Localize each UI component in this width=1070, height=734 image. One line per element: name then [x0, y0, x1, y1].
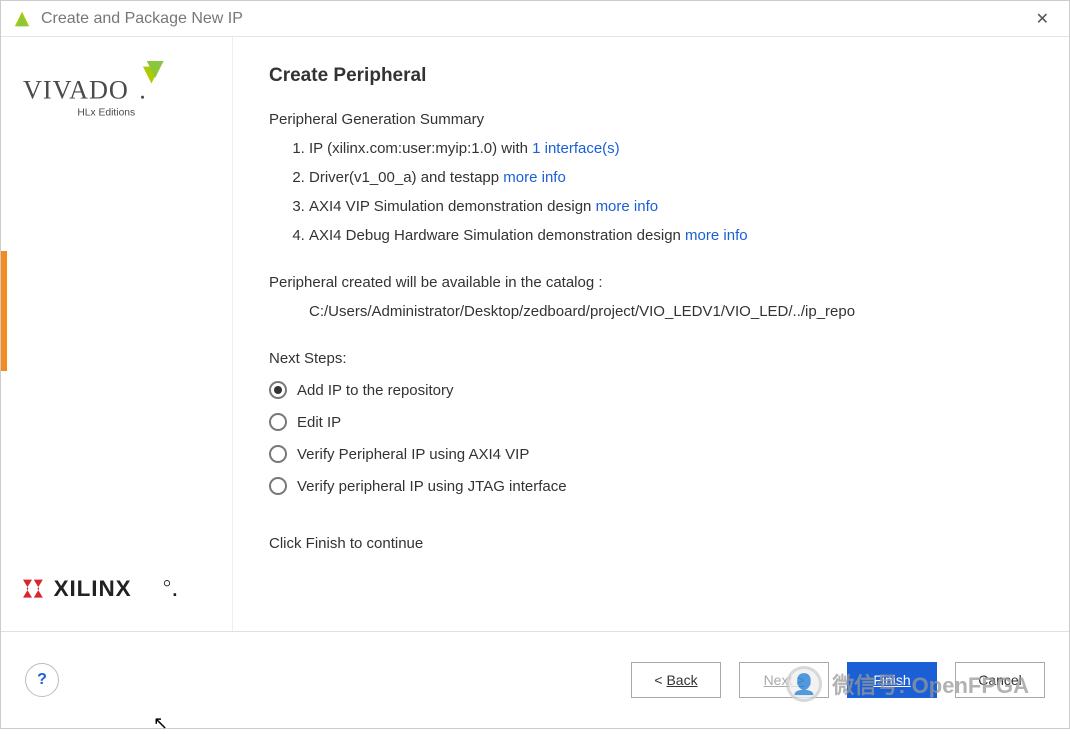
- cancel-label: Cancel: [978, 672, 1022, 688]
- finish-label: Finish: [873, 672, 910, 688]
- vivado-logo: VIVADO . HLx Editions: [13, 61, 220, 140]
- main-panel: Create Peripheral Peripheral Generation …: [233, 37, 1069, 631]
- radio-icon: [269, 413, 287, 431]
- brand-vendor-text: XILINX: [54, 576, 132, 601]
- cancel-button[interactable]: Cancel: [955, 662, 1045, 698]
- titlebar: Create and Package New IP ✕: [1, 1, 1069, 37]
- brand-product-text: VIVADO: [23, 76, 129, 105]
- catalog-label: Peripheral created will be available in …: [269, 274, 1033, 291]
- radio-verify-jtag[interactable]: Verify peripheral IP using JTAG interfac…: [269, 477, 1033, 495]
- dialog-footer: ? < Back Next > Finish Cancel: [1, 632, 1069, 728]
- summary-item-link[interactable]: more info: [596, 198, 659, 215]
- summary-item-2: Driver(v1_00_a) and testapp more info: [309, 169, 1033, 186]
- radio-label: Verify Peripheral IP using AXI4 VIP: [297, 446, 529, 463]
- svg-text:.: .: [139, 76, 147, 105]
- close-icon[interactable]: ✕: [1028, 5, 1057, 33]
- summary-item-link[interactable]: more info: [685, 227, 748, 244]
- back-button[interactable]: < Back: [631, 662, 721, 698]
- summary-item-link[interactable]: 1 interface(s): [532, 140, 620, 157]
- summary-item-text: AXI4 Debug Hardware Simulation demonstra…: [309, 227, 685, 244]
- radio-add-ip[interactable]: Add IP to the repository: [269, 381, 1033, 399]
- radio-label: Add IP to the repository: [297, 382, 453, 399]
- svg-text:.: .: [172, 580, 178, 600]
- summary-item-text: AXI4 VIP Simulation demonstration design: [309, 198, 596, 215]
- next-label: Next >: [764, 672, 805, 688]
- next-button[interactable]: Next >: [739, 662, 829, 698]
- radio-label: Edit IP: [297, 414, 341, 431]
- page-title: Create Peripheral: [269, 65, 1033, 87]
- summary-item-1: IP (xilinx.com:user:myip:1.0) with 1 int…: [309, 140, 1033, 157]
- window-title: Create and Package New IP: [41, 10, 1028, 28]
- radio-edit-ip[interactable]: Edit IP: [269, 413, 1033, 431]
- next-steps: Next Steps: Add IP to the repository Edi…: [269, 350, 1033, 495]
- help-icon: ?: [37, 671, 47, 689]
- finish-button[interactable]: Finish: [847, 662, 937, 698]
- radio-icon: [269, 381, 287, 399]
- summary-item-text: Driver(v1_00_a) and testapp: [309, 169, 503, 186]
- radio-verify-axi4-vip[interactable]: Verify Peripheral IP using AXI4 VIP: [269, 445, 1033, 463]
- back-label: Back: [666, 672, 697, 688]
- radio-icon: [269, 445, 287, 463]
- xilinx-logo: XILINX .: [13, 576, 220, 607]
- catalog-path: C:/Users/Administrator/Desktop/zedboard/…: [269, 303, 1033, 320]
- radio-label: Verify peripheral IP using JTAG interfac…: [297, 478, 567, 495]
- summary-label: Peripheral Generation Summary: [269, 111, 1033, 128]
- dialog-window: Create and Package New IP ✕ VIVADO . HLx…: [0, 0, 1070, 729]
- app-icon: [13, 10, 31, 28]
- summary-item-text: IP (xilinx.com:user:myip:1.0) with: [309, 140, 532, 157]
- summary-list: IP (xilinx.com:user:myip:1.0) with 1 int…: [269, 140, 1033, 244]
- radio-icon: [269, 477, 287, 495]
- catalog-block: Peripheral created will be available in …: [269, 274, 1033, 320]
- brand-edition-text: HLx Editions: [77, 107, 135, 118]
- continue-text: Click Finish to continue: [269, 535, 1033, 552]
- help-button[interactable]: ?: [25, 663, 59, 697]
- summary-item-3: AXI4 VIP Simulation demonstration design…: [309, 198, 1033, 215]
- summary-item-4: AXI4 Debug Hardware Simulation demonstra…: [309, 227, 1033, 244]
- side-panel: VIVADO . HLx Editions XILINX .: [1, 37, 233, 631]
- summary-item-link[interactable]: more info: [503, 169, 566, 186]
- dialog-body: VIVADO . HLx Editions XILINX . Create Pe: [1, 37, 1069, 632]
- next-steps-label: Next Steps:: [269, 350, 1033, 367]
